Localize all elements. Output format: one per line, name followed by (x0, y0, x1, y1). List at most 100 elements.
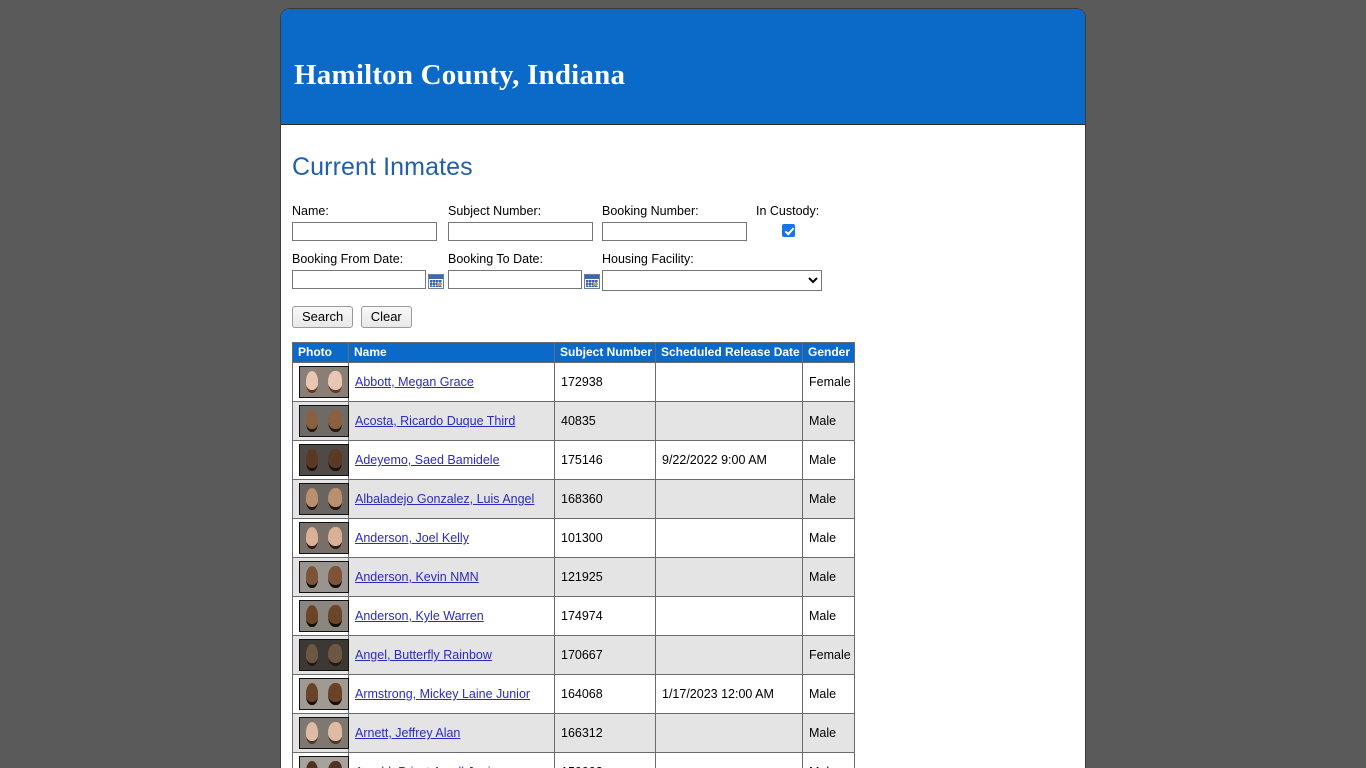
column-header-gender[interactable]: Gender (802, 342, 855, 363)
inmate-photo-cell[interactable] (292, 557, 349, 597)
clear-button[interactable]: Clear (360, 306, 412, 328)
in-custody-checkbox[interactable] (781, 224, 795, 237)
inmate-scheduled-release-date-cell: 9/22/2022 9:00 AM (655, 440, 803, 480)
inmate-photo-cell[interactable] (292, 674, 349, 714)
inmate-subject-number-cell: 170667 (554, 635, 656, 675)
housing-facility-label: Housing Facility: (602, 252, 694, 266)
mugshot-icon[interactable] (299, 756, 349, 768)
inmate-gender-cell: Male (802, 557, 855, 597)
mugshot-icon[interactable] (299, 483, 349, 515)
search-subject-number-input[interactable] (448, 222, 593, 241)
name-label: Name: (292, 204, 329, 218)
inmate-scheduled-release-date-cell (655, 479, 803, 519)
calendar-icon-header (429, 275, 443, 279)
calendar-icon-marker (593, 283, 597, 286)
mugshot-icon[interactable] (299, 405, 349, 437)
subject-number-field-group: Subject Number: (448, 204, 593, 241)
inmate-gender-cell: Female (802, 362, 855, 402)
inmate-search-form: Name: Subject Number: Booking Number: In… (292, 204, 1075, 328)
inmate-photo-cell[interactable] (292, 752, 349, 768)
inmate-subject-number-cell: 168360 (554, 479, 656, 519)
inmate-gender-cell: Male (802, 752, 855, 768)
inmate-photo-cell[interactable] (292, 713, 349, 753)
site-banner: Hamilton County, Indiana (281, 9, 1085, 125)
mugshot-profile (324, 757, 348, 768)
inmate-scheduled-release-date-cell (655, 596, 803, 636)
mugshot-icon[interactable] (299, 600, 349, 632)
housing-facility-select[interactable] (602, 270, 822, 291)
table-row: Arnett, Jeffrey Alan 166312 Male (292, 713, 855, 753)
content-panel: Hamilton County, Indiana Current Inmates… (280, 8, 1086, 768)
inmate-name-link[interactable]: Anderson, Kevin NMN (355, 570, 479, 584)
mugshot-profile (324, 406, 348, 436)
inmate-name-cell: Abbott, Megan Grace (348, 362, 555, 402)
page-background: Hamilton County, Indiana Current Inmates… (0, 0, 1366, 768)
mugshot-icon[interactable] (299, 678, 349, 710)
search-booking-number-input[interactable] (602, 222, 747, 241)
inmate-name-link[interactable]: Armstrong, Mickey Laine Junior (355, 687, 530, 701)
table-row: Adeyemo, Saed Bamidele 175146 9/22/2022 9:… (292, 440, 855, 480)
in-custody-label: In Custody: (756, 204, 820, 218)
booking-to-date-input[interactable] (448, 270, 582, 289)
inmate-name-link[interactable]: Adeyemo, Saed Bamidele (355, 453, 500, 467)
mugshot-front (300, 484, 324, 514)
search-name-input[interactable] (292, 222, 437, 241)
column-header-photo[interactable]: Photo (292, 342, 349, 363)
column-header-scheduled-release-date[interactable]: Scheduled Release Date (655, 342, 803, 363)
table-row: Acosta, Ricardo Duque Third 40835 Male (292, 401, 855, 441)
table-row: Arnold, Priest Arvell Junior150902 Male (292, 752, 855, 768)
inmate-name-cell: Arnett, Jeffrey Alan (348, 713, 555, 753)
in-custody-field-group: In Custody: (756, 204, 820, 238)
inmate-subject-number-cell: 101300 (554, 518, 656, 558)
search-button[interactable]: Search (292, 306, 354, 328)
inmate-gender-cell: Male (802, 596, 855, 636)
mugshot-icon[interactable] (299, 366, 349, 398)
table-row: Angel, Butterfly Rainbow 170667 Female (292, 635, 855, 675)
inmate-photo-cell[interactable] (292, 518, 349, 558)
inmate-name-cell: Anderson, Joel Kelly (348, 518, 555, 558)
inmate-name-cell: Adeyemo, Saed Bamidele (348, 440, 555, 480)
booking-from-date-input[interactable] (292, 270, 426, 289)
inmate-name-cell: Angel, Butterfly Rainbow (348, 635, 555, 675)
inmate-photo-cell[interactable] (292, 362, 349, 402)
page-title: Current Inmates (292, 153, 473, 181)
table-header-row: Photo Name Subject Number Scheduled Rele… (292, 342, 855, 363)
search-buttons: Search Clear (292, 306, 1075, 328)
inmate-name-link[interactable]: Acosta, Ricardo Duque Third (355, 414, 515, 428)
inmate-name-link[interactable]: Anderson, Joel Kelly (355, 531, 469, 545)
mugshot-icon[interactable] (299, 522, 349, 554)
inmate-photo-cell[interactable] (292, 596, 349, 636)
inmate-name-link[interactable]: Angel, Butterfly Rainbow (355, 648, 492, 662)
mugshot-front (300, 445, 324, 475)
inmate-scheduled-release-date-cell (655, 557, 803, 597)
inmate-name-link[interactable]: Abbott, Megan Grace (355, 375, 474, 389)
mugshot-front (300, 523, 324, 553)
inmate-name-link[interactable]: Albaladejo Gonzalez, Luis Angel (355, 492, 534, 506)
inmate-photo-cell[interactable] (292, 479, 349, 519)
mugshot-profile (324, 640, 348, 670)
inmate-photo-cell[interactable] (292, 635, 349, 675)
inmate-scheduled-release-date-cell (655, 401, 803, 441)
calendar-icon[interactable] (428, 274, 444, 289)
mugshot-front (300, 562, 324, 592)
mugshot-front (300, 718, 324, 748)
mugshot-front (300, 406, 324, 436)
subject-number-label: Subject Number: (448, 204, 542, 218)
main-content: Current Inmates Name: Subject Number: Bo… (281, 125, 1085, 768)
mugshot-icon[interactable] (299, 561, 349, 593)
inmate-scheduled-release-date-cell (655, 362, 803, 402)
inmate-name-link[interactable]: Arnett, Jeffrey Alan (355, 726, 460, 740)
column-header-subject-number[interactable]: Subject Number (554, 342, 656, 363)
mugshot-front (300, 367, 324, 397)
mugshot-profile (324, 445, 348, 475)
inmate-name-cell: Anderson, Kevin NMN (348, 557, 555, 597)
mugshot-icon[interactable] (299, 444, 349, 476)
inmate-photo-cell[interactable] (292, 401, 349, 441)
mugshot-icon[interactable] (299, 717, 349, 749)
inmate-name-link[interactable]: Anderson, Kyle Warren (355, 609, 484, 623)
booking-from-date-label: Booking From Date: (292, 252, 404, 266)
calendar-icon[interactable] (584, 274, 600, 289)
mugshot-icon[interactable] (299, 639, 349, 671)
column-header-name[interactable]: Name (348, 342, 555, 363)
inmate-photo-cell[interactable] (292, 440, 349, 480)
